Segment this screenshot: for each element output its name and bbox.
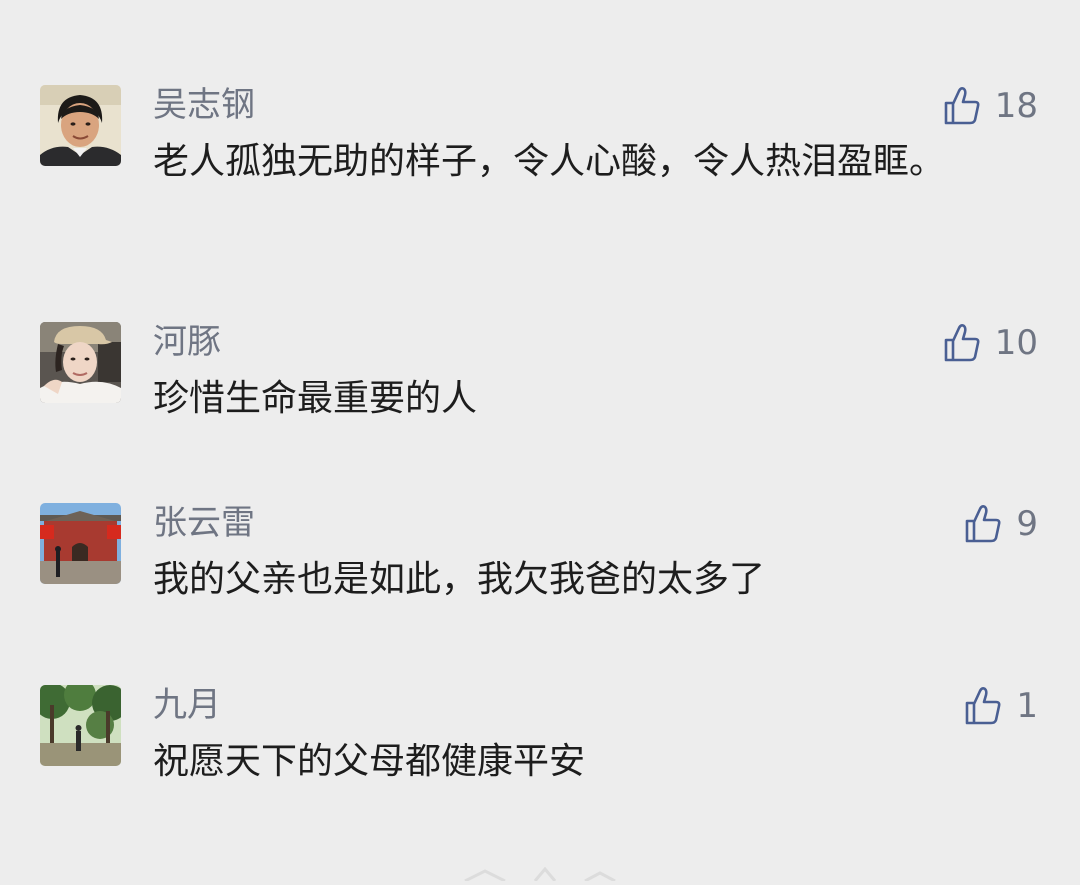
comment-item: 九月 1 祝愿天下的父母都健康平安 — [0, 685, 1080, 785]
comment-item: 张云雷 9 我的父亲也是如此，我欠我爸的太多了 — [0, 503, 1080, 603]
like-button[interactable]: 10 — [943, 322, 1038, 364]
like-button[interactable]: 1 — [964, 685, 1038, 727]
comment-text: 老人孤独无助的样子，令人心酸，令人热泪盈眶。 — [153, 141, 946, 182]
user-avatar[interactable] — [40, 85, 121, 166]
thumbs-up-icon[interactable] — [964, 686, 1002, 726]
like-button[interactable]: 18 — [943, 85, 1038, 127]
user-avatar[interactable] — [40, 685, 121, 766]
comment-item: 河豚 10 珍惜生命最重要的人 — [0, 322, 1080, 422]
user-avatar[interactable] — [40, 322, 121, 403]
thumbs-up-icon[interactable] — [943, 323, 981, 363]
comment-username[interactable]: 吴志钢 — [153, 85, 255, 125]
thumbs-up-icon[interactable] — [964, 504, 1002, 544]
comment-username[interactable]: 张云雷 — [153, 503, 255, 543]
comment-text: 祝愿天下的父母都健康平安 — [153, 741, 586, 782]
comment-text: 我的父亲也是如此，我欠我爸的太多了 — [153, 559, 766, 600]
comment-item: 吴志钢 18 老人孤独无助的样子，令人心酸，令人热泪盈眶。 — [0, 85, 1080, 245]
like-count: 9 — [1016, 504, 1038, 544]
like-count: 1 — [1016, 686, 1038, 726]
watermark — [445, 866, 635, 883]
user-avatar[interactable] — [40, 503, 121, 584]
thumbs-up-icon[interactable] — [943, 86, 981, 126]
comment-username[interactable]: 九月 — [153, 685, 221, 725]
like-count: 10 — [994, 323, 1038, 363]
comment-text: 珍惜生命最重要的人 — [153, 378, 478, 419]
like-count: 18 — [994, 86, 1038, 126]
like-button[interactable]: 9 — [964, 503, 1038, 545]
comment-username[interactable]: 河豚 — [153, 322, 221, 362]
